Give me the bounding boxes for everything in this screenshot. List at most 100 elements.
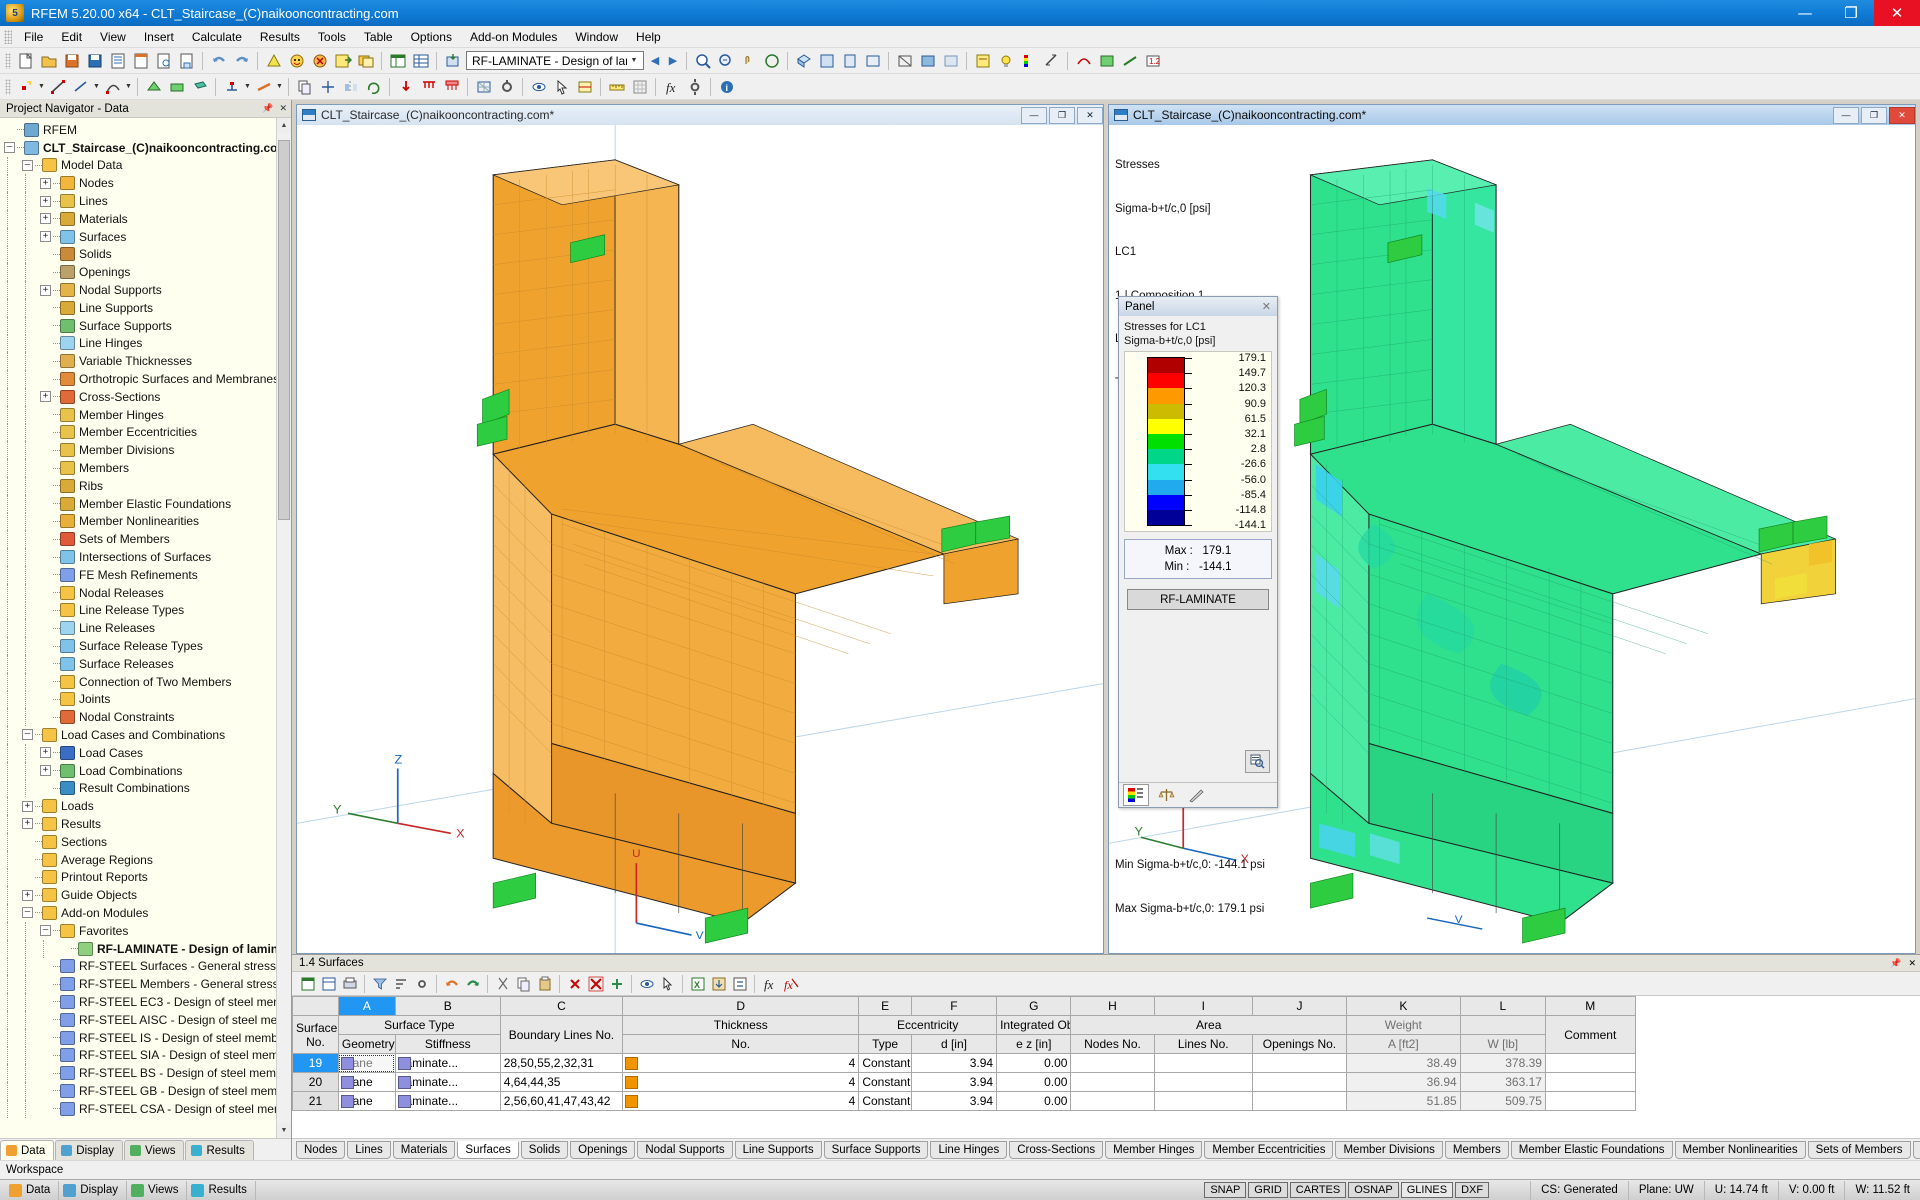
fe-mesh-icon[interactable] xyxy=(473,76,494,97)
chevron-down-icon[interactable]: ▼ xyxy=(627,57,641,64)
render-wireframe-icon[interactable] xyxy=(894,50,915,71)
tree-item[interactable]: RF-STEEL AISC - Design of steel mem xyxy=(4,1010,291,1029)
printout-report-icon[interactable] xyxy=(130,50,151,71)
table-tab-openings[interactable]: Openings xyxy=(570,1140,636,1159)
table-tab-member-elastic-foundations[interactable]: Member Elastic Foundations xyxy=(1510,1140,1673,1159)
tree-item[interactable]: Member Nonlinearities xyxy=(4,512,291,531)
cell-openings-no[interactable] xyxy=(1251,1053,1347,1073)
measure-icon[interactable] xyxy=(1041,50,1062,71)
viewport-right-maximize[interactable]: ❐ xyxy=(1861,106,1887,124)
tree-item[interactable]: Surface Release Types xyxy=(4,637,291,656)
tree-item[interactable]: + Load Cases xyxy=(4,743,291,762)
chevron-down-icon[interactable]: ▼ xyxy=(275,76,284,97)
column-header-F[interactable]: F xyxy=(910,996,998,1016)
cell-boundary-lines[interactable]: 2,56,60,41,47,43,42 xyxy=(499,1091,624,1111)
tree-item[interactable]: Sets of Members xyxy=(4,530,291,549)
tree-item[interactable]: Nodal Constraints xyxy=(4,708,291,727)
pan-icon[interactable] xyxy=(738,50,759,71)
row-number[interactable]: 19 xyxy=(292,1053,339,1073)
cell-type[interactable]: Constant xyxy=(858,1072,912,1092)
viewport-left-canvas[interactable]: Z X Y U V xyxy=(297,125,1103,953)
cell-thickness[interactable]: 3.94 xyxy=(910,1091,998,1111)
tree-item[interactable]: RF-STEEL GB - Design of steel memb xyxy=(4,1081,291,1100)
cell-stiffness[interactable]: Laminate... xyxy=(394,1091,501,1111)
copy-icon[interactable] xyxy=(294,76,315,97)
cell-stiffness[interactable]: Laminate... xyxy=(394,1072,501,1092)
tree-item[interactable]: Openings xyxy=(4,263,291,282)
tree-item[interactable]: – Add-on Modules xyxy=(4,903,291,922)
viewport-left-maximize[interactable]: ❐ xyxy=(1049,106,1075,124)
cell-nodes-no[interactable] xyxy=(1070,1091,1155,1111)
table-tab-member-hinges[interactable]: Member Hinges xyxy=(1105,1140,1203,1159)
load-nodal-icon[interactable] xyxy=(395,76,416,97)
tree-expander-icon[interactable]: – xyxy=(22,907,33,919)
table-redo-icon[interactable] xyxy=(463,974,482,993)
table-tab-member-divisions[interactable]: Member Divisions xyxy=(1335,1140,1443,1159)
statusbar-toggle-osnap[interactable]: OSNAP xyxy=(1348,1182,1399,1198)
module-next-button[interactable]: ▶ xyxy=(664,51,682,71)
tree-expander-icon[interactable]: – xyxy=(4,142,15,154)
tree-item[interactable]: Connection of Two Members xyxy=(4,672,291,691)
insert-support-icon[interactable] xyxy=(221,76,242,97)
tree-item[interactable]: Members xyxy=(4,459,291,478)
table-export-excel-icon[interactable]: X xyxy=(688,974,707,993)
table-paste-icon[interactable] xyxy=(535,974,554,993)
tree-item[interactable]: + Materials xyxy=(4,209,291,228)
view-yz-icon[interactable] xyxy=(862,50,883,71)
navigator-tab-views[interactable]: Views xyxy=(124,1140,185,1160)
tree-item[interactable]: Line Releases xyxy=(4,619,291,638)
tree-expander-icon[interactable]: + xyxy=(40,284,51,296)
table-open-icon[interactable] xyxy=(319,974,338,993)
cell-lines-no[interactable] xyxy=(1153,1072,1253,1092)
calculate-icon[interactable] xyxy=(286,50,307,71)
redo-icon[interactable] xyxy=(231,50,252,71)
tree-item[interactable]: RF-STEEL SIA - Design of steel memb xyxy=(4,1046,291,1065)
tree-item[interactable]: Surface Releases xyxy=(4,654,291,673)
insert-member-icon[interactable] xyxy=(253,76,274,97)
table-tab-member-nonlinearities[interactable]: Member Nonlinearities xyxy=(1674,1140,1806,1159)
cell-thickness[interactable]: 3.94 xyxy=(910,1053,998,1073)
cell-comment[interactable] xyxy=(1544,1091,1636,1111)
statusbar-tab-results[interactable]: Results xyxy=(187,1180,256,1200)
tree-expander-icon[interactable]: + xyxy=(40,213,51,225)
tree-item[interactable]: Average Regions xyxy=(4,850,291,869)
tree-item[interactable]: RFEM xyxy=(4,121,291,139)
results-members-icon[interactable] xyxy=(1119,50,1140,71)
insert-surface-icon[interactable] xyxy=(143,76,164,97)
tree-item[interactable]: Member Hinges xyxy=(4,405,291,424)
view-iso-icon[interactable] xyxy=(793,50,814,71)
table-tab-intersections[interactable]: Intersections xyxy=(1912,1140,1920,1159)
table-new-icon[interactable] xyxy=(298,974,317,993)
duplicate-window-icon[interactable] xyxy=(355,50,376,71)
menu-edit[interactable]: Edit xyxy=(52,28,91,46)
tree-item[interactable]: RF-STEEL EC3 - Design of steel memb xyxy=(4,992,291,1011)
panel-close-icon[interactable]: ✕ xyxy=(1259,300,1274,313)
tree-expander-icon[interactable]: + xyxy=(40,765,51,777)
statusbar-toggle-dxf[interactable]: DXF xyxy=(1455,1182,1490,1198)
tree-item[interactable]: + Results xyxy=(4,814,291,833)
color-scale-icon[interactable] xyxy=(1018,50,1039,71)
view-xy-icon[interactable] xyxy=(816,50,837,71)
insert-plane-surface-icon[interactable] xyxy=(166,76,187,97)
module-select[interactable]: RF-LAMINATE - Design of laminate surf ▼ xyxy=(466,51,644,70)
insert-dimension-icon[interactable] xyxy=(70,76,91,97)
menu-help[interactable]: Help xyxy=(627,28,670,46)
table-tab-lines[interactable]: Lines xyxy=(347,1140,391,1159)
scroll-thumb[interactable] xyxy=(278,140,290,520)
tree-item[interactable]: RF-STEEL Surfaces - General stress an xyxy=(4,957,291,976)
save-icon[interactable] xyxy=(61,50,82,71)
print-icon[interactable] xyxy=(176,50,197,71)
cell-comment[interactable] xyxy=(1544,1053,1636,1073)
viewport-left-minimize[interactable]: — xyxy=(1021,106,1047,124)
tree-expander-icon[interactable]: + xyxy=(22,818,33,830)
move-icon[interactable] xyxy=(317,76,338,97)
visibility-icon[interactable] xyxy=(528,76,549,97)
tree-item[interactable]: RF-STEEL CSA - Design of steel mem xyxy=(4,1099,291,1118)
rf-laminate-button[interactable]: RF-LAMINATE xyxy=(1127,589,1269,611)
tree-item[interactable]: RF-LAMINATE - Design of laminate surf xyxy=(4,939,291,958)
table-tab-surfaces[interactable]: Surfaces xyxy=(457,1140,519,1159)
surfaces-table[interactable]: A B C D E F G H I J K L M Surface No. Surface Type Bound… xyxy=(292,996,1920,1138)
table-delete-row-icon[interactable] xyxy=(565,974,584,993)
rotate-icon[interactable] xyxy=(363,76,384,97)
cell-boundary-lines[interactable]: 4,64,44,35 xyxy=(499,1072,624,1092)
